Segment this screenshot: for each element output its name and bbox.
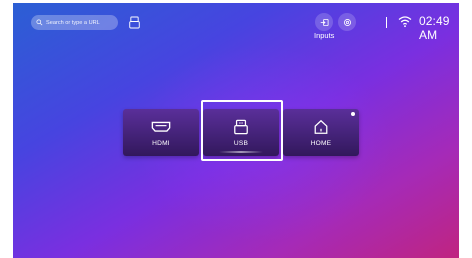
- notification-dot: [351, 112, 355, 116]
- input-source-icon: [320, 18, 329, 26]
- settings-icon: [343, 18, 351, 26]
- source-label-usb: USB: [233, 139, 249, 147]
- source-tile-home[interactable]: HOME: [283, 109, 359, 156]
- home-icon: [314, 119, 328, 134]
- usb-icon: [234, 119, 248, 134]
- search-placeholder: Search or type a URL: [46, 19, 100, 26]
- search-input[interactable]: Search or type a URL: [31, 15, 118, 30]
- source-tile-usb[interactable]: USB: [203, 109, 279, 156]
- source-tile-hdmi[interactable]: HDMI: [123, 109, 199, 156]
- search-icon: [36, 19, 43, 26]
- clock: 02:49 AM: [419, 14, 450, 42]
- wifi-icon: [398, 16, 412, 28]
- source-label-home: HOME: [310, 139, 332, 147]
- inputs-label: Inputs: [314, 31, 335, 40]
- hdmi-icon: [151, 121, 171, 132]
- usb-status-icon[interactable]: [127, 14, 141, 30]
- input-source-button[interactable]: [315, 13, 333, 31]
- focus-indicator: [219, 151, 263, 153]
- status-divider: [386, 17, 387, 28]
- settings-button[interactable]: [338, 13, 356, 31]
- source-label-hdmi: HDMI: [152, 139, 170, 147]
- tv-home-screen: Search or type a URL Inputs 02:49 AM HDM…: [13, 3, 459, 258]
